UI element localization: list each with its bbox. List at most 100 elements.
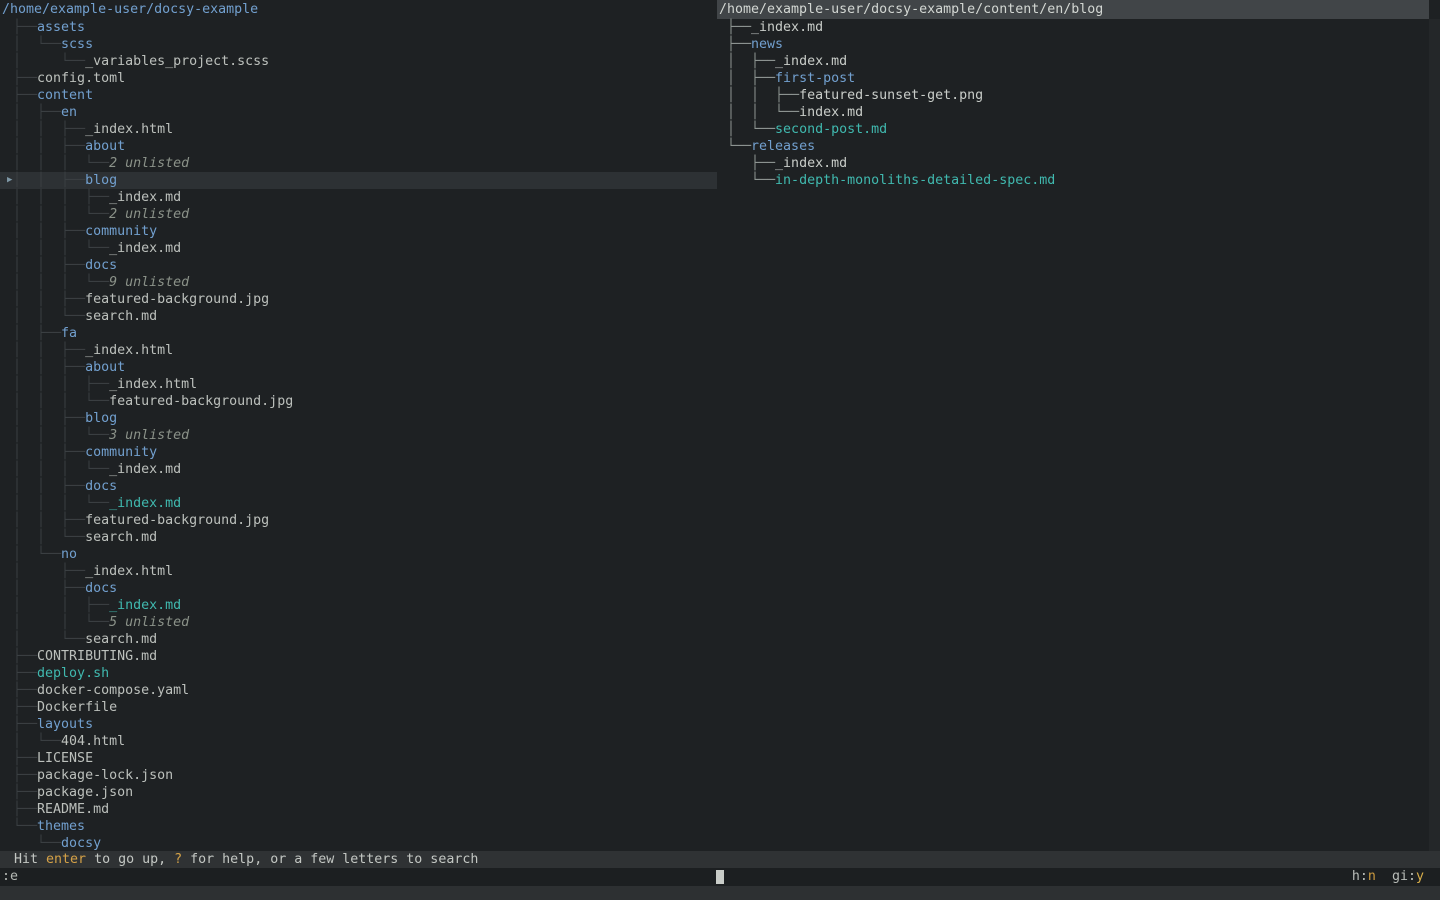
tree-item-label: docs (85, 479, 117, 494)
tree-row-dir-releases[interactable]: └──releases (717, 138, 1429, 155)
tree-branch-lines: └── (13, 836, 61, 851)
right-panel-path[interactable]: /home/example-user/docsy-example/content… (717, 0, 1429, 19)
tree-row-dir-docs[interactable]: │ ├──docs (0, 580, 717, 597)
tree-row-file--index-html[interactable]: │ ├──_index.html (0, 563, 717, 580)
tree-branch-lines: │ │ │ └── (13, 156, 109, 171)
tree-item-label: search.md (85, 309, 157, 324)
tree-row-file-dockerfile[interactable]: ├──Dockerfile (0, 699, 717, 716)
tree-row-dir-community[interactable]: │ │ ├──community (0, 223, 717, 240)
tree-item-label: blog (85, 173, 117, 188)
tree-row-file-config-toml[interactable]: ├──config.toml (0, 70, 717, 87)
tree-item-label: _index.md (109, 241, 181, 256)
tree-row-exe-deploy-sh[interactable]: ├──deploy.sh (0, 665, 717, 682)
tree-item-label: fa (61, 326, 77, 341)
tree-row-file--variables-project-scss[interactable]: │ └──_variables_project.scss (0, 53, 717, 70)
tree-row-dir-en[interactable]: │ ├──en (0, 104, 717, 121)
tree-row-dir-news[interactable]: ├──news (717, 36, 1429, 53)
tree-item-label: about (85, 360, 125, 375)
tree-branch-lines: │ └── (727, 122, 775, 137)
flag-hidden-label: h: (1352, 869, 1368, 884)
tree-row-file--index-html[interactable]: │ │ ├──_index.html (0, 342, 717, 359)
tree-item-label: index.md (799, 105, 863, 120)
tree-branch-lines: │ │ │ ├── (13, 190, 109, 205)
tree-row-dir-layouts[interactable]: ├──layouts (0, 716, 717, 733)
tree-branch-lines: ├── (13, 666, 37, 681)
tree-branch-lines: ├── (13, 649, 37, 664)
tree-row-file-404-html[interactable]: │ └──404.html (0, 733, 717, 750)
tree-row-file-package-lock-json[interactable]: ├──package-lock.json (0, 767, 717, 784)
tree-row-dir-docs[interactable]: │ │ ├──docs (0, 257, 717, 274)
tree-row-file--index-md[interactable]: │ │ │ └──_index.md (0, 240, 717, 257)
tree-item-label: _index.md (109, 462, 181, 477)
tree-branch-lines: │ ├── (13, 105, 61, 120)
tree-row-exe--index-md[interactable]: │ │ ├──_index.md (0, 597, 717, 614)
tree-row-dir-scss[interactable]: │ └──scss (0, 36, 717, 53)
tree-item-label: news (751, 37, 783, 52)
tree-row-dir-first-post[interactable]: │ ├──first-post (717, 70, 1429, 87)
tree-row-file--index-md[interactable]: │ ├──_index.md (717, 53, 1429, 70)
tree-row-file-license[interactable]: ├──LICENSE (0, 750, 717, 767)
tree-item-label: second-post.md (775, 122, 887, 137)
flag-gitignore-label: gi: (1392, 869, 1416, 884)
tree-row-exe-in-depth-monoliths-detailed-spec-md[interactable]: └──in-depth-monoliths-detailed-spec.md (717, 172, 1429, 189)
tree-row-exe--index-md[interactable]: │ │ │ └──_index.md (0, 495, 717, 512)
tree-row-dir-blog[interactable]: ▶│ │ ├──blog (0, 172, 717, 189)
tree-item-label: deploy.sh (37, 666, 109, 681)
tree-item-label: _index.md (775, 156, 847, 171)
tree-row-file-index-md[interactable]: │ │ └──index.md (717, 104, 1429, 121)
tree-item-label: _index.html (85, 122, 173, 137)
tree-item-label: 2 unlisted (109, 156, 189, 171)
tree-item-label: _index.md (109, 598, 181, 613)
tree-row-file-search-md[interactable]: │ │ └──search.md (0, 308, 717, 325)
tree-item-label: search.md (85, 530, 157, 545)
tree-branch-lines: │ │ ├── (13, 411, 85, 426)
tree-row-dir-themes[interactable]: └──themes (0, 818, 717, 835)
tree-row-file-readme-md[interactable]: ├──README.md (0, 801, 717, 818)
input-bar[interactable]: :e h:n gi:y (0, 868, 1440, 886)
tree-branch-lines: ├── (13, 88, 37, 103)
tree-branch-lines: │ │ ├── (13, 360, 85, 375)
tree-item-label: first-post (775, 71, 855, 86)
tree-item-label: featured-background.jpg (85, 513, 269, 528)
mode-flags: h:n gi:y (1352, 868, 1424, 886)
tree-row-dir-docs[interactable]: │ │ ├──docs (0, 478, 717, 495)
tree-item-label: featured-background.jpg (85, 292, 269, 307)
tree-row-exe-second-post-md[interactable]: │ └──second-post.md (717, 121, 1429, 138)
tree-row-file-search-md[interactable]: │ │ └──search.md (0, 529, 717, 546)
tree-row-file--index-md[interactable]: │ │ │ ├──_index.md (0, 189, 717, 206)
tree-row-file-featured-background-jpg[interactable]: │ │ ├──featured-background.jpg (0, 512, 717, 529)
tree-row-dir-content[interactable]: ├──content (0, 87, 717, 104)
tree-row-file-featured-background-jpg[interactable]: │ │ │ └──featured-background.jpg (0, 393, 717, 410)
tree-item-label: package-lock.json (37, 768, 173, 783)
tree-row-file--index-md[interactable]: ├──_index.md (717, 155, 1429, 172)
tree-item-label: releases (751, 139, 815, 154)
tree-row-dir-about[interactable]: │ │ ├──about (0, 138, 717, 155)
tree-row-file-package-json[interactable]: ├──package.json (0, 784, 717, 801)
tree-row-file--index-html[interactable]: │ │ ├──_index.html (0, 121, 717, 138)
tree-row-file--index-html[interactable]: │ │ │ ├──_index.html (0, 376, 717, 393)
tree-row-file-docker-compose-yaml[interactable]: ├──docker-compose.yaml (0, 682, 717, 699)
status-hint-text: Hit enter to go up, ? for help, or a few… (14, 852, 478, 867)
tree-row-file-contributing-md[interactable]: ├──CONTRIBUTING.md (0, 648, 717, 665)
tree-row-file-search-md[interactable]: │ └──search.md (0, 631, 717, 648)
tree-branch-lines: └── (727, 173, 775, 188)
tree-row-dir-docsy[interactable]: └──docsy (0, 835, 717, 852)
tree-row-dir-assets[interactable]: ├──assets (0, 19, 717, 36)
tree-row-file--index-md[interactable]: ├──_index.md (717, 19, 1429, 36)
tree-branch-lines: ├── (13, 751, 37, 766)
tree-row-file--index-md[interactable]: │ │ │ └──_index.md (0, 461, 717, 478)
left-panel-path[interactable]: /home/example-user/docsy-example (0, 0, 717, 19)
tree-branch-lines: │ │ │ └── (13, 207, 109, 222)
tree-item-label: _index.html (85, 564, 173, 579)
tree-row-dir-no[interactable]: │ └──no (0, 546, 717, 563)
left-input-value[interactable]: :e (2, 868, 18, 886)
tree-row-dir-blog[interactable]: │ │ ├──blog (0, 410, 717, 427)
tree-row-file-featured-background-jpg[interactable]: │ │ ├──featured-background.jpg (0, 291, 717, 308)
tree-branch-lines: │ │ │ └── (13, 241, 109, 256)
tree-item-label: featured-background.jpg (109, 394, 293, 409)
tree-row-dir-fa[interactable]: │ ├──fa (0, 325, 717, 342)
tree-row-dir-community[interactable]: │ │ ├──community (0, 444, 717, 461)
tree-row-file-featured-sunset-get-png[interactable]: │ │ ├──featured-sunset-get.png (717, 87, 1429, 104)
tree-row-dir-about[interactable]: │ │ ├──about (0, 359, 717, 376)
tree-branch-lines: │ ├── (13, 564, 85, 579)
